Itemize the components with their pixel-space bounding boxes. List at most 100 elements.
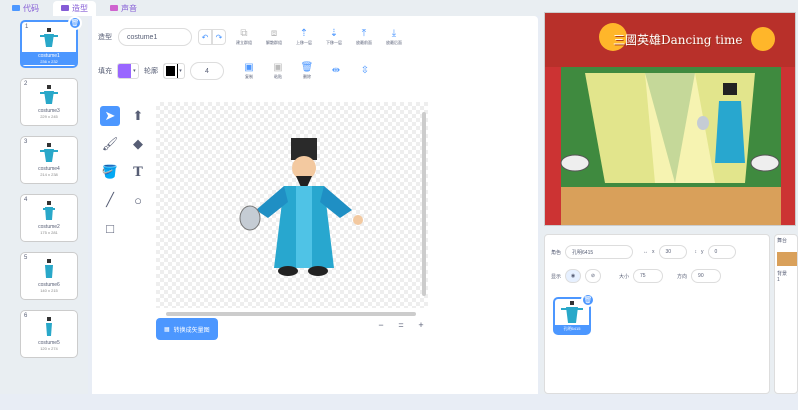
x-input[interactable]: 30 [658, 245, 687, 259]
y-label: y [701, 249, 704, 255]
tab-costumes[interactable]: 造型 [53, 0, 96, 16]
costume-number: 3 [24, 139, 28, 145]
costume-list: 1 costume1 236 x 232 🗑 2 costume3 229 x 2… [0, 16, 88, 394]
costume-item[interactable]: 2 costume3 229 x 245 [20, 78, 78, 126]
costume-name-input[interactable]: costume1 [118, 28, 192, 46]
sprite-name-label: 角色 [551, 249, 562, 256]
sprite-name-input[interactable]: 孔明6415 [565, 245, 634, 259]
redo-button[interactable]: ↷ [212, 29, 226, 45]
costume-thumbnail [45, 259, 53, 278]
costume-item[interactable]: 3 costume4 214 x 238 [20, 136, 78, 184]
dropdown-arrow-icon: ▾ [179, 68, 182, 74]
zoom-out-icon: − [378, 320, 384, 330]
group-button[interactable]: ⧉ 建立群组 [232, 28, 256, 46]
show-visible-button[interactable]: ◉ [565, 269, 582, 283]
costume-item[interactable]: 5 costume6 140 x 215 [20, 252, 78, 300]
backward-button[interactable]: ⇣ 下移一层 [322, 28, 346, 46]
undo-button[interactable]: ↶ [198, 29, 212, 45]
front-icon: ⤒ [361, 28, 367, 39]
reshape-tool[interactable]: ⬆ [128, 106, 148, 126]
costume-item[interactable]: 1 costume1 236 x 232 🗑 [20, 16, 82, 68]
delete-costume-button[interactable]: 🗑 [68, 16, 82, 30]
paste-button[interactable]: ▣ 粘贴 [266, 62, 290, 80]
backdrops-count: 1 [777, 277, 780, 283]
paint-editor: 造型 costume1 ↶ ↷ ⧉ 建立群组 ⧈ 解散群组 ⇡ 上移一层 ⇣ 下移一层 … [92, 16, 538, 394]
forward-button[interactable]: ⇡ 上移一层 [292, 28, 316, 46]
eye-icon: ◉ [570, 273, 576, 279]
eraser-icon: ◆ [133, 136, 143, 151]
y-input[interactable]: 0 [707, 245, 736, 259]
flip-vertical-button[interactable]: ⇳ [353, 65, 377, 77]
outline-width-input[interactable]: 4 [190, 62, 224, 80]
tab-code[interactable]: 代码 [4, 1, 47, 16]
backward-label: 下移一层 [326, 40, 342, 45]
size-label: 大小 [619, 273, 630, 280]
costume-size: 214 x 238 [40, 172, 58, 177]
sprite-tile[interactable]: 孔明6415 🗑 [553, 293, 595, 335]
costume-item[interactable]: 6 costume5 120 x 274 [20, 310, 78, 358]
size-input[interactable]: 75 [633, 269, 664, 283]
tab-sounds[interactable]: 声音 [102, 1, 145, 16]
rectangle-tool[interactable]: □ [100, 218, 120, 238]
show-hidden-button[interactable]: ⊘ [585, 269, 602, 283]
back-button[interactable]: ⤓ 放最后面 [382, 28, 406, 46]
text-tool[interactable]: T [128, 162, 148, 182]
copy-icon: ▣ [244, 62, 254, 73]
direction-label: 方向 [677, 273, 688, 280]
zoom-out-button[interactable]: − [374, 318, 388, 332]
costume-thumbnail [40, 143, 58, 162]
convert-to-vector-button[interactable]: ▦ 转换成矢量图 [156, 318, 218, 340]
flip-horizontal-button[interactable]: ⇹ [324, 65, 348, 77]
stage-area: 三國英雄Dancing time 角色 孔明6415 ↔ x 30 ↕ y 0 … [540, 0, 798, 394]
copy-button[interactable]: ▣ 复制 [237, 62, 261, 80]
ungroup-icon: ⧈ [270, 28, 278, 39]
rectangle-icon: □ [106, 220, 114, 236]
zoom-reset-button[interactable]: = [394, 318, 408, 332]
fill-color-picker[interactable]: ▾ [117, 63, 139, 79]
show-label: 显示 [551, 273, 562, 280]
fill-tool[interactable]: 🪣 [100, 162, 120, 182]
costume-size: 120 x 274 [40, 346, 58, 351]
costume-item[interactable]: 4 costume2 175 x 281 [20, 194, 78, 242]
bucket-icon: 🪣 [101, 164, 119, 179]
outline-color-picker[interactable]: ▾ [163, 63, 185, 79]
direction-input[interactable]: 90 [691, 269, 722, 283]
costume-size: 229 x 245 [40, 114, 58, 119]
costume-thumbnail [43, 201, 55, 220]
brush-icon: 🖌 [101, 136, 119, 151]
zoom-in-button[interactable]: + [414, 318, 428, 332]
stage[interactable]: 三國英雄Dancing time [544, 12, 796, 226]
brush-tool[interactable]: 🖌 [100, 134, 120, 154]
costume-thumbnail [40, 85, 58, 104]
delete-button[interactable]: 🗑 删除 [295, 62, 319, 80]
copy-label: 复制 [245, 74, 253, 79]
group-icon: ⧉ [240, 28, 248, 39]
back-icon: ⤓ [391, 28, 397, 39]
costume-number: 6 [24, 313, 28, 319]
vertical-scrollbar[interactable] [422, 112, 426, 296]
costume-thumbnail [46, 317, 52, 336]
sprite-tile-label: 孔明6415 [555, 325, 589, 333]
backdrop-thumbnail [777, 252, 797, 266]
horizontal-scrollbar[interactable] [166, 312, 416, 316]
ungroup-button[interactable]: ⧈ 解散群组 [262, 28, 286, 46]
back-label: 放最后面 [386, 40, 402, 45]
y-arrows-icon: ↕ [694, 249, 698, 255]
costume-number: 1 [25, 24, 29, 30]
costume-size: 140 x 215 [40, 288, 58, 293]
eraser-tool[interactable]: ◆ [128, 134, 148, 154]
front-button[interactable]: ⤒ 放最前面 [352, 28, 376, 46]
front-label: 放最前面 [356, 40, 372, 45]
backdrops-label: 背景 [777, 271, 788, 277]
redo-icon: ↷ [215, 32, 223, 42]
undo-redo-group: ↶ ↷ [198, 29, 226, 45]
select-tool[interactable]: ➤ [100, 106, 120, 126]
line-tool[interactable]: ╱ [100, 190, 120, 210]
stage-selector-panel[interactable]: 舞台 背景 1 [774, 234, 798, 394]
line-icon: ╱ [106, 192, 114, 207]
drawing-canvas[interactable] [156, 102, 428, 316]
tab-bar: 代码 造型 声音 [0, 0, 540, 16]
delete-sprite-button[interactable]: 🗑 [581, 293, 595, 307]
circle-tool[interactable]: ○ [128, 190, 148, 210]
trash-icon: 🗑 [300, 62, 314, 73]
